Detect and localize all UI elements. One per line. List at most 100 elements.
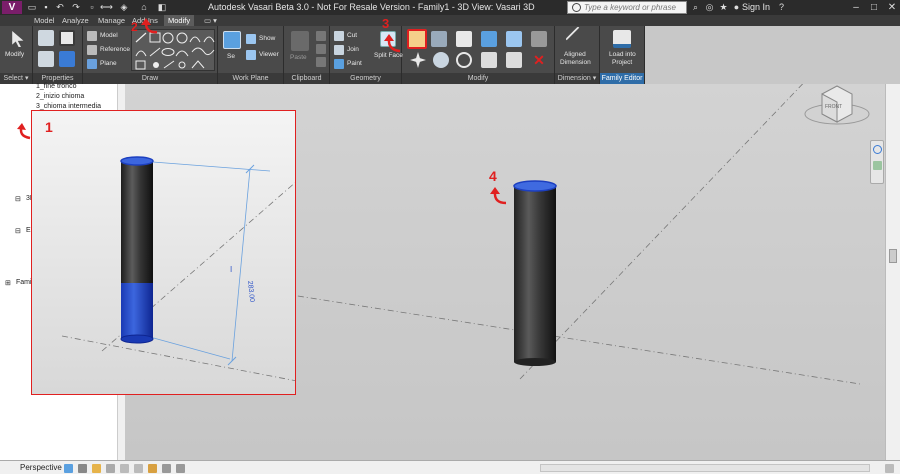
type-properties-icon[interactable] bbox=[59, 51, 75, 67]
subscription-icon[interactable]: ◎ bbox=[704, 2, 715, 13]
print-icon[interactable]: ▫ bbox=[86, 2, 98, 13]
join-button[interactable]: Join bbox=[347, 46, 359, 53]
redo-icon[interactable]: ↷ bbox=[70, 2, 82, 13]
tree-item-2-inizio-chioma[interactable]: 2_inizio chioma bbox=[36, 93, 84, 100]
scroll-thumb[interactable] bbox=[889, 249, 897, 263]
horizontal-scrollbar[interactable] bbox=[540, 464, 870, 472]
offset-icon[interactable] bbox=[431, 31, 447, 47]
aligned-dimension-icon[interactable] bbox=[565, 26, 591, 52]
viewer-icon[interactable] bbox=[246, 50, 256, 60]
dimension-panel-label[interactable]: Dimension ▾ bbox=[555, 73, 599, 84]
sun-path-icon[interactable] bbox=[92, 464, 101, 473]
tag-icon[interactable]: ◈ bbox=[118, 2, 130, 13]
search-input[interactable]: Type a keyword or phrase bbox=[567, 1, 687, 14]
crop-view-icon[interactable] bbox=[120, 464, 129, 473]
3d-view-icon[interactable]: ⌂ bbox=[138, 2, 150, 13]
zoom-icon[interactable] bbox=[873, 161, 882, 170]
paint-button[interactable]: Paint bbox=[347, 60, 362, 67]
cut-button[interactable]: Cut bbox=[347, 32, 357, 39]
properties-icon[interactable] bbox=[38, 51, 54, 67]
undo-icon[interactable]: ↶ bbox=[54, 2, 66, 13]
delete-icon[interactable]: ✕ bbox=[531, 52, 547, 68]
lock-view-icon[interactable] bbox=[148, 464, 157, 473]
modify-button[interactable]: Modify bbox=[5, 51, 24, 58]
search-icon[interactable] bbox=[572, 3, 581, 12]
align-icon[interactable] bbox=[407, 29, 427, 49]
modify-arrow-icon[interactable] bbox=[12, 31, 24, 47]
viewport-scrollbar[interactable] bbox=[885, 84, 900, 460]
steering-wheel-icon[interactable] bbox=[873, 145, 882, 154]
reveal-hidden-icon[interactable] bbox=[176, 464, 185, 473]
reference-icon[interactable] bbox=[87, 45, 97, 55]
family-category-icon[interactable] bbox=[59, 30, 75, 46]
pin-icon[interactable] bbox=[531, 31, 547, 47]
cylinder-3d[interactable] bbox=[513, 180, 557, 366]
shadows-icon[interactable] bbox=[78, 464, 87, 473]
filter-icon[interactable] bbox=[885, 464, 894, 473]
open-icon[interactable]: ▭ bbox=[26, 2, 38, 13]
expander-icon[interactable]: ⊞ bbox=[5, 279, 11, 287]
help-icon[interactable]: ? bbox=[776, 2, 787, 13]
cut-geometry-icon[interactable] bbox=[334, 31, 344, 41]
expander-icon[interactable]: ⊟ bbox=[15, 227, 21, 235]
expander-icon[interactable]: ⊟ bbox=[15, 195, 21, 203]
section-icon[interactable]: ◧ bbox=[156, 2, 168, 13]
tab-manage[interactable]: Manage bbox=[94, 15, 129, 26]
show-workplane-icon[interactable] bbox=[246, 34, 256, 44]
copy-icon[interactable] bbox=[316, 44, 326, 54]
minimize-button[interactable]: – bbox=[848, 1, 864, 14]
inset-cylinder[interactable] bbox=[120, 156, 154, 344]
draw-plane-button[interactable]: Plane bbox=[100, 60, 117, 67]
aligned-dimension-label-1[interactable]: Aligned bbox=[564, 51, 586, 58]
tab-analyze[interactable]: Analyze bbox=[58, 15, 93, 26]
draw-model-button[interactable]: Model bbox=[100, 32, 118, 39]
load-into-label-1[interactable]: Load into bbox=[609, 51, 636, 58]
trim-icon[interactable] bbox=[481, 52, 497, 68]
load-into-project-icon[interactable] bbox=[613, 30, 631, 48]
rotate-icon[interactable] bbox=[456, 52, 472, 68]
load-into-label-2[interactable]: Project bbox=[612, 59, 632, 66]
show-crop-icon[interactable] bbox=[134, 464, 143, 473]
move-icon[interactable] bbox=[410, 52, 426, 68]
plane-icon[interactable] bbox=[87, 59, 97, 69]
viewcube[interactable]: FRONT bbox=[804, 85, 870, 125]
tree-item-1-fine-tronco[interactable]: 1_fine tronco bbox=[36, 83, 76, 90]
save-icon[interactable]: ▪ bbox=[40, 2, 52, 13]
render-icon[interactable] bbox=[106, 464, 115, 473]
model-line-icon[interactable] bbox=[87, 31, 97, 41]
split-element-icon[interactable] bbox=[506, 31, 522, 47]
app-menu-button[interactable]: V bbox=[2, 1, 22, 14]
mirror-pick-axis-icon[interactable] bbox=[456, 31, 472, 47]
set-workplane-icon[interactable] bbox=[223, 31, 241, 49]
communication-icon[interactable]: ★ bbox=[718, 2, 729, 13]
match-properties-icon[interactable] bbox=[316, 57, 326, 67]
family-types-icon[interactable] bbox=[38, 30, 54, 46]
height-dimension[interactable] bbox=[139, 160, 271, 366]
measure-icon[interactable]: ⟷ bbox=[100, 2, 113, 13]
cut-clipboard-icon[interactable] bbox=[316, 31, 326, 41]
tab-options-icon[interactable]: ▭ ▾ bbox=[200, 15, 221, 26]
binoculars-icon[interactable]: ⌕ bbox=[690, 2, 701, 13]
paste-icon[interactable] bbox=[291, 31, 309, 51]
restore-button[interactable]: □ bbox=[866, 1, 882, 14]
copy-element-icon[interactable] bbox=[433, 52, 449, 68]
aligned-dimension-label-2[interactable]: Dimension bbox=[560, 59, 591, 66]
array-icon[interactable] bbox=[506, 52, 522, 68]
select-panel-label[interactable]: Select ▾ bbox=[0, 73, 32, 84]
join-icon[interactable] bbox=[334, 45, 344, 55]
show-workplane-button[interactable]: Show bbox=[259, 35, 275, 42]
paste-button[interactable]: Paste bbox=[290, 54, 307, 61]
paint-icon[interactable] bbox=[334, 59, 344, 69]
close-button[interactable]: ✕ bbox=[884, 1, 900, 14]
visual-style-icon[interactable] bbox=[64, 464, 73, 473]
tab-model[interactable]: Model bbox=[30, 15, 58, 26]
set-workplane-button[interactable]: Se bbox=[227, 53, 235, 60]
tree-item-3-chioma-intermedia[interactable]: 3_chioma intermedia bbox=[36, 103, 101, 110]
draw-reference-button[interactable]: Reference bbox=[100, 46, 130, 53]
viewer-button[interactable]: Viewer bbox=[259, 51, 279, 58]
user-icon[interactable]: ● bbox=[731, 2, 742, 13]
sign-in-button[interactable]: Sign In bbox=[742, 2, 770, 12]
hide-isolate-icon[interactable] bbox=[162, 464, 171, 473]
trim-extend-icon[interactable] bbox=[481, 31, 497, 47]
dimension-lock-icon[interactable]: I bbox=[230, 265, 232, 274]
